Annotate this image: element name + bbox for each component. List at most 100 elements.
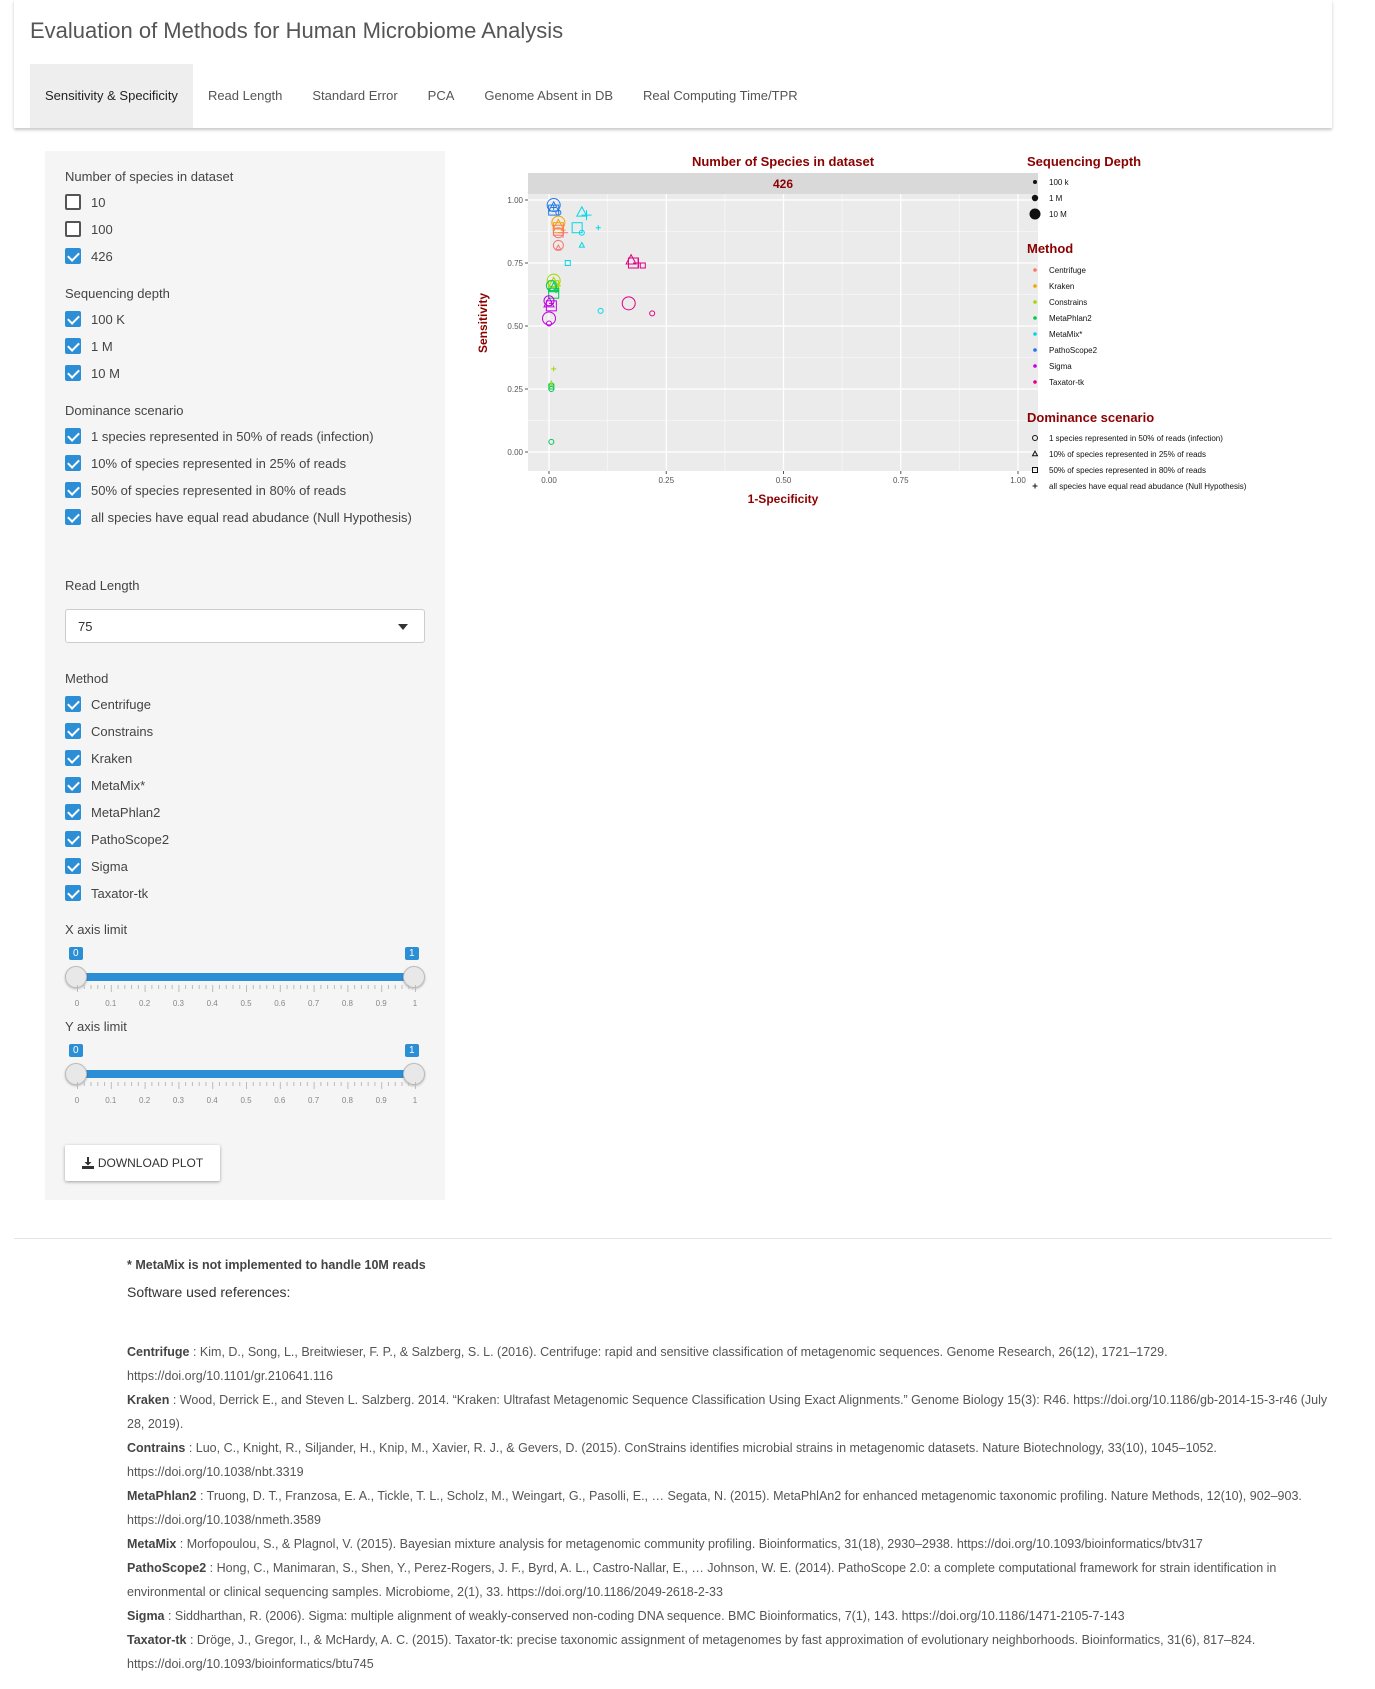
checkbox[interactable] (65, 194, 81, 210)
reference-item: MetaMix : Morfopoulou, S., & Plagnol, V.… (127, 1532, 1337, 1556)
slider-tick-label: 0.2 (139, 1096, 151, 1105)
slider-max-badge: 1 (405, 947, 419, 960)
x-tick-label: 0.25 (658, 476, 674, 485)
method-legend-key (1033, 332, 1037, 336)
x-tick-label: 1.00 (1010, 476, 1026, 485)
app-title: Evaluation of Methods for Human Microbio… (30, 18, 564, 43)
scatter-plot: Number of Species in dataset 426 0.00 0.0… (476, 154, 1247, 506)
metamix-note: * MetaMix is not implemented to handle 1… (127, 1258, 426, 1272)
checkbox[interactable] (65, 365, 81, 381)
y-limit-label: Y axis limit (65, 1019, 127, 1034)
slider-tick-label: 0.1 (105, 1096, 117, 1105)
y-axis-label: Sensitivity (476, 293, 490, 353)
slider-tick-label: 0.5 (240, 1096, 252, 1105)
method-option-constrains[interactable]: Constrains (65, 721, 153, 741)
checkbox[interactable] (65, 338, 81, 354)
slider-tick-label: 0.6 (274, 999, 286, 1008)
download-plot-button[interactable]: DOWNLOAD PLOT (65, 1145, 220, 1181)
reference-text: : Morfopoulou, S., & Plagnol, V. (2015).… (176, 1537, 1203, 1551)
method-option-sigma[interactable]: Sigma (65, 856, 128, 876)
dominance-label: Dominance scenario (65, 403, 184, 418)
slider-tick-label: 0.7 (308, 1096, 320, 1105)
y-limit-slider[interactable]: 0 1 0 0.1 0.2 0.3 0.4 0.5 0.6 0.7 0.8 0.9 1 (65, 1044, 425, 1105)
depth-option-10m[interactable]: 10 M (65, 363, 120, 383)
reference-text: : Hong, C., Manimaran, S., Shen, Y., Per… (127, 1561, 1277, 1599)
slider-track[interactable] (77, 973, 415, 981)
checkbox[interactable] (65, 311, 81, 327)
slider-tick-label: 0 (74, 1096, 80, 1105)
slider-tick-label: 1 (412, 1096, 418, 1105)
dominance-option-50pct[interactable]: 50% of species represented in 80% of rea… (65, 480, 346, 500)
x-axis-label: 1-Specificity (748, 492, 819, 506)
read-length-label: Read Length (65, 578, 140, 593)
method-option-metaphlan2[interactable]: MetaPhlan2 (65, 802, 160, 822)
method-legend-item: MetaMix* (1049, 330, 1082, 339)
checkbox[interactable] (65, 696, 81, 712)
checkbox[interactable] (65, 482, 81, 498)
slider-tick-label: 0.3 (172, 1096, 184, 1105)
checkbox[interactable] (65, 509, 81, 525)
checkbox[interactable] (65, 804, 81, 820)
method-option-kraken[interactable]: Kraken (65, 748, 132, 768)
tab-read-length[interactable]: Read Length (193, 64, 297, 128)
method-option-taxator[interactable]: Taxator-tk (65, 883, 148, 903)
species-option-426[interactable]: 426 (65, 246, 113, 266)
method-option-pathoscope2[interactable]: PathoScope2 (65, 829, 169, 849)
x-tick-label: 0.75 (893, 476, 909, 485)
tab-standard-error[interactable]: Standard Error (297, 64, 412, 128)
method-legend-key (1033, 284, 1037, 288)
tab-genome-absent[interactable]: Genome Absent in DB (469, 64, 628, 128)
method-option-metamix[interactable]: MetaMix* (65, 775, 145, 795)
slider-tick-label: 0.9 (375, 1096, 387, 1105)
method-legend-item: PathoScope2 (1049, 346, 1098, 355)
checkbox[interactable] (65, 777, 81, 793)
depth-legend-title: Sequencing Depth (1027, 154, 1141, 169)
depth-option-1m[interactable]: 1 M (65, 336, 113, 356)
checkbox[interactable] (65, 455, 81, 471)
y-tick-label: 0.00 (507, 448, 523, 457)
x-limit-label: X axis limit (65, 922, 128, 937)
slider-tick-label: 0.4 (206, 999, 218, 1008)
species-option-100[interactable]: 100 (65, 219, 113, 239)
slider-track[interactable] (77, 1070, 415, 1078)
checkbox[interactable] (65, 831, 81, 847)
y-tick-label: 0.50 (507, 322, 523, 331)
reference-item: Sigma : Siddharthan, R. (2006). Sigma: m… (127, 1604, 1337, 1628)
method-legend-item: Sigma (1049, 362, 1072, 371)
read-length-select[interactable]: 75 (65, 609, 425, 643)
dominance-option-null[interactable]: all species have equal read abudance (Nu… (65, 507, 412, 527)
reference-item: Kraken : Wood, Derrick E., and Steven L.… (127, 1388, 1337, 1436)
depth-option-100k[interactable]: 100 K (65, 309, 125, 329)
reference-name: Sigma (127, 1609, 165, 1623)
species-option-10[interactable]: 10 (65, 192, 105, 212)
reference-name: Taxator-tk (127, 1633, 187, 1647)
tab-sensitivity-specificity[interactable]: Sensitivity & Specificity (30, 64, 193, 128)
reference-item: Contrains : Luo, C., Knight, R., Siljand… (127, 1436, 1337, 1484)
tab-computing-time[interactable]: Real Computing Time/TPR (628, 64, 813, 128)
dominance-option-infection[interactable]: 1 species represented in 50% of reads (i… (65, 426, 374, 446)
slider-min-badge: 0 (69, 947, 83, 960)
dominance-option-10pct[interactable]: 10% of species represented in 25% of rea… (65, 453, 346, 473)
reference-item: Taxator-tk : Dröge, J., Gregor, I., & Mc… (127, 1628, 1337, 1676)
checkbox[interactable] (65, 248, 81, 264)
checkbox[interactable] (65, 750, 81, 766)
method-option-centrifuge[interactable]: Centrifuge (65, 694, 151, 714)
checkbox[interactable] (65, 428, 81, 444)
checkbox[interactable] (65, 858, 81, 874)
reference-text: : Wood, Derrick E., and Steven L. Salzbe… (127, 1393, 1328, 1431)
tab-pca[interactable]: PCA (413, 64, 470, 128)
checkbox[interactable] (65, 723, 81, 739)
slider-tick-label: 0.3 (172, 999, 184, 1008)
legends: Sequencing Depth 100 k 1 M 10 M Method Centri… (1027, 154, 1247, 491)
x-tick-label: 0.50 (776, 476, 792, 485)
reference-name: PathoScope2 (127, 1561, 207, 1575)
method-legend-item: MetaPhlan2 (1049, 314, 1092, 323)
method-legend-key (1033, 316, 1037, 320)
x-limit-slider[interactable]: 0 1 0 0.1 0.2 0.3 0.4 0.5 0.6 0.7 0.8 0.9 1 (65, 947, 425, 1008)
y-tick-label: 1.00 (507, 196, 523, 205)
slider-ticks (77, 985, 416, 992)
footer-divider (14, 1238, 1332, 1239)
checkbox[interactable] (65, 885, 81, 901)
scenario-legend-item: all species have equal read abudance (Nu… (1049, 482, 1247, 491)
checkbox[interactable] (65, 221, 81, 237)
